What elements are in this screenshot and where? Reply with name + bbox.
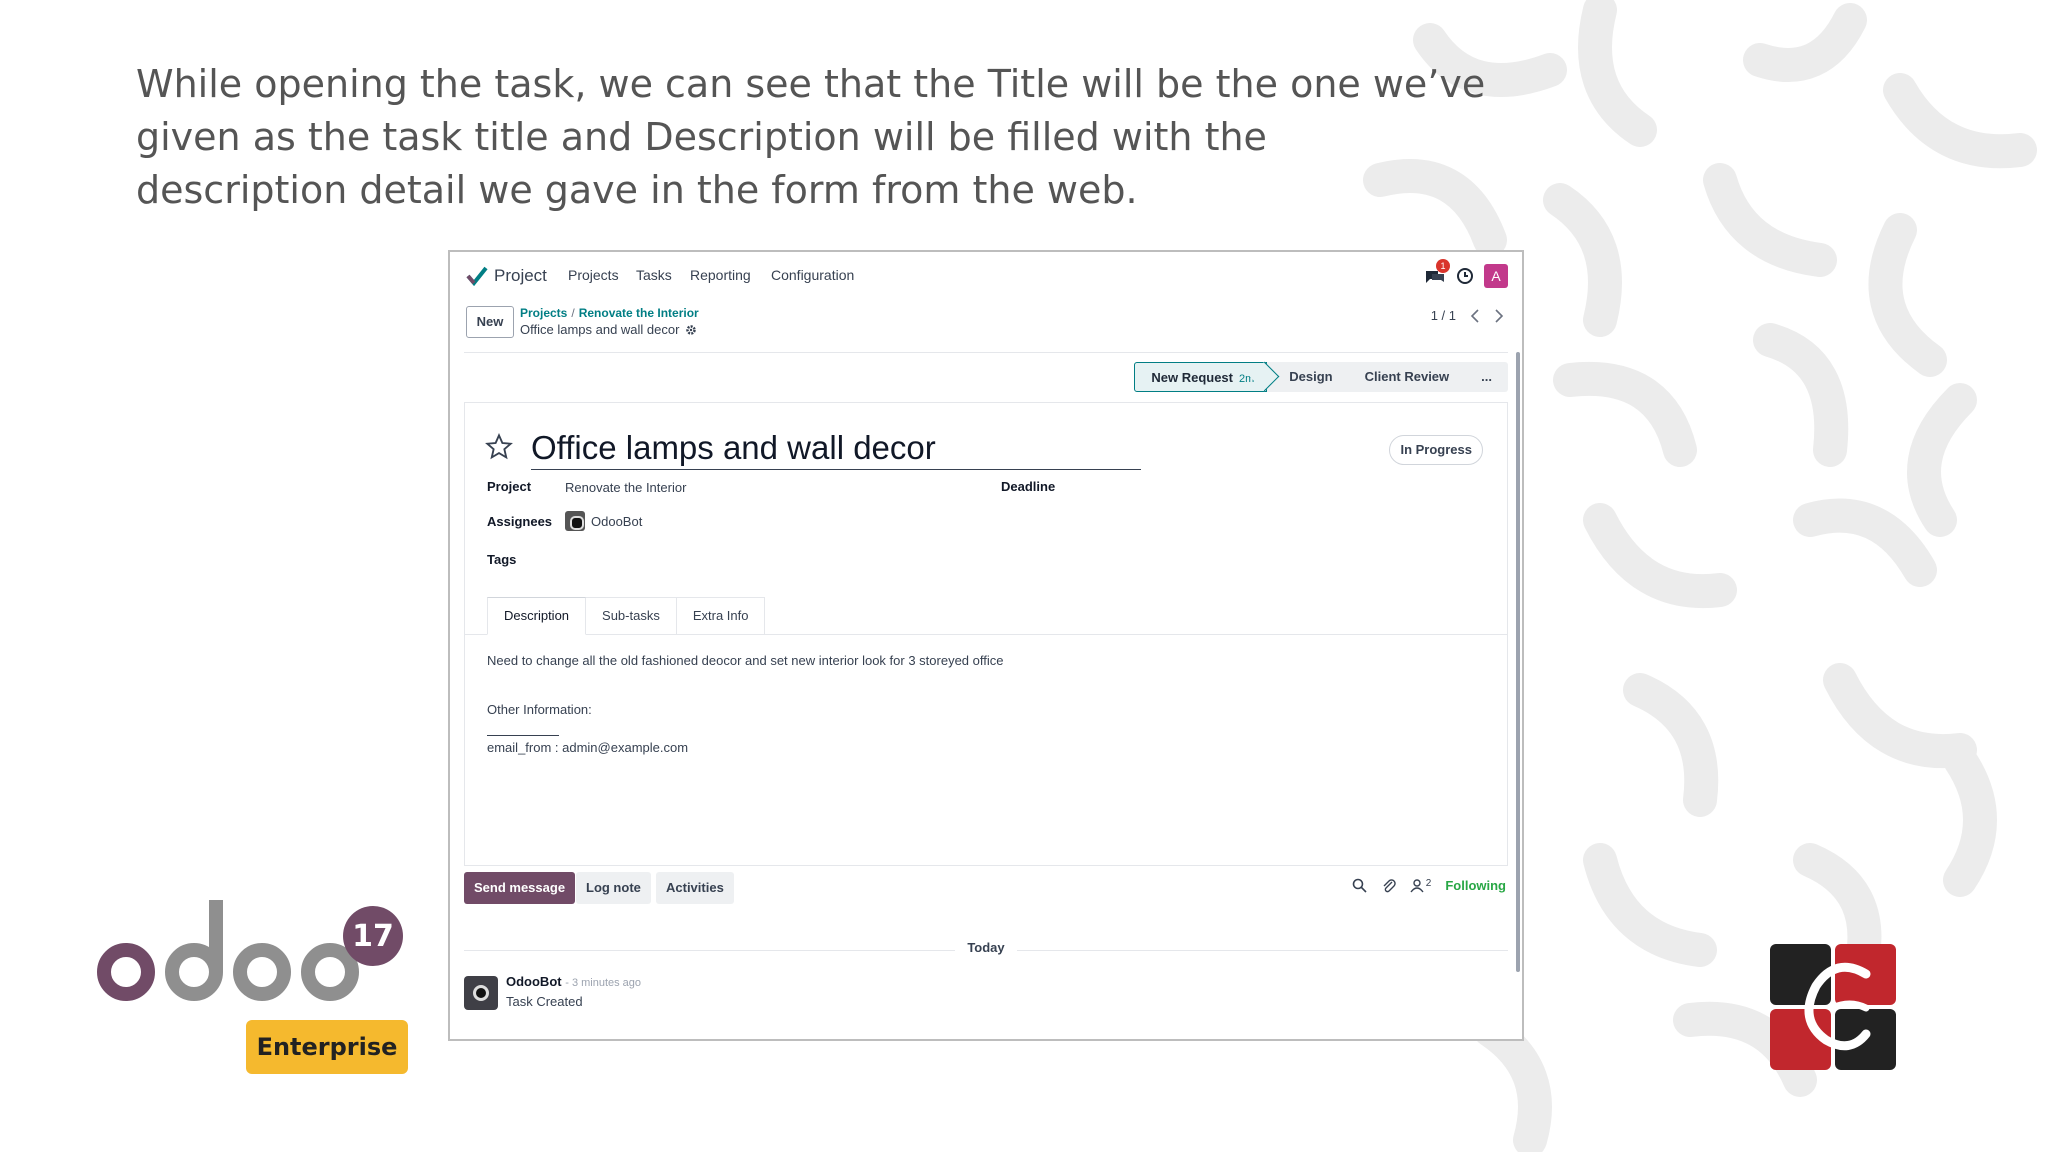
tags-label: Tags [487, 552, 517, 567]
assignees-label: Assignees [487, 514, 553, 529]
menu-reporting[interactable]: Reporting [690, 267, 751, 283]
record-pager: 1 / 1 [1431, 308, 1504, 323]
message-count-badge: 1 [1436, 259, 1450, 273]
notebook-tabs: Description Sub-tasks Extra Info [487, 597, 766, 635]
top-navbar: Project Projects Tasks Reporting Configu… [450, 252, 1522, 302]
breadcrumb-renovate[interactable]: Renovate the Interior [579, 306, 699, 320]
log-note-button[interactable]: Log note [576, 872, 651, 904]
slide-caption: While opening the task, we can see that … [136, 58, 1486, 217]
header-divider [464, 352, 1508, 353]
tab-extra-info[interactable]: Extra Info [676, 597, 766, 635]
task-form-sheet: Office lamps and wall decor In Progress … [464, 402, 1508, 866]
date-separator: Today [450, 940, 1522, 955]
clock-icon[interactable] [1456, 267, 1474, 285]
breadcrumb-current: Office lamps and wall decor [520, 322, 680, 337]
scrollbar[interactable] [1516, 352, 1520, 972]
app-name[interactable]: Project [494, 266, 547, 286]
followers-button[interactable]: 2 [1410, 878, 1432, 893]
chatter-toolbar: Send message Log note Activities 2 Follo… [464, 872, 1508, 904]
following-button[interactable]: Following [1445, 878, 1506, 893]
followers-count: 2 [1425, 878, 1432, 889]
search-icon[interactable] [1352, 878, 1367, 893]
stage-new-request-label: New Request [1151, 370, 1233, 385]
breadcrumb: Projects / Renovate the Interior Office la… [520, 306, 699, 337]
navbar-systray: 1 A [1424, 259, 1508, 288]
status-badge[interactable]: In Progress [1389, 435, 1483, 465]
stage-more[interactable]: ... [1465, 362, 1508, 392]
caption-line-2: given as the task title and Description … [136, 115, 1267, 159]
message-body: Task Created [506, 994, 583, 1009]
odoo-version: 17 [352, 919, 394, 954]
stage-client-review[interactable]: Client Review [1349, 362, 1466, 392]
tab-description[interactable]: Description [487, 597, 587, 635]
menu-configuration[interactable]: Configuration [771, 267, 854, 283]
cybrosys-logo [1770, 944, 1896, 1070]
tab-sub-tasks[interactable]: Sub-tasks [586, 597, 677, 635]
message-author-avatar [464, 976, 498, 1010]
caption-line-3: description detail we gave in the form f… [136, 168, 1138, 212]
chevron-right-icon[interactable] [1494, 308, 1504, 323]
assignee-name: OdooBot [591, 513, 643, 529]
pager-value[interactable]: 1 / 1 [1431, 308, 1456, 323]
stage-design[interactable]: Design [1267, 362, 1348, 392]
description-other-info: Other Information: [487, 702, 592, 717]
message-author[interactable]: OdooBot [506, 974, 562, 989]
activities-button[interactable]: Activities [656, 872, 734, 904]
deadline-label: Deadline [1001, 479, 1056, 494]
stage-new-request[interactable]: New Request 2m [1134, 362, 1268, 392]
chatter-actions: 2 Following [1352, 878, 1506, 893]
messaging-icon[interactable]: 1 [1424, 259, 1450, 287]
odoobot-avatar [565, 511, 585, 531]
send-message-button[interactable]: Send message [464, 872, 576, 904]
project-label: Project [487, 479, 532, 494]
gear-icon[interactable] [685, 324, 697, 336]
stage-duration: 2m [1239, 373, 1255, 385]
enterprise-badge: Enterprise [246, 1020, 408, 1074]
description-rule [487, 735, 559, 736]
date-separator-label: Today [955, 940, 1017, 955]
stage-statusbar: New Request 2m Design Client Review ... [1134, 362, 1508, 392]
message-time: - 3 minutes ago [565, 977, 642, 989]
star-icon[interactable] [485, 433, 513, 461]
task-title-field[interactable]: Office lamps and wall decor [531, 429, 1141, 470]
description-editor[interactable]: Need to change all the old fashioned deo… [487, 653, 1003, 771]
project-app-logo-icon [466, 266, 488, 286]
project-field[interactable]: Renovate the Interior [565, 480, 686, 495]
message-header: OdooBot - 3 minutes ago [506, 974, 641, 989]
odoo-task-screenshot: Project Projects Tasks Reporting Configu… [448, 250, 1524, 1041]
paperclip-icon[interactable] [1381, 878, 1396, 893]
breadcrumb-projects[interactable]: Projects [520, 306, 567, 320]
description-email: email_from : admin@example.com [487, 740, 689, 755]
caption-line-1: While opening the task, we can see that … [136, 62, 1486, 106]
chevron-left-icon[interactable] [1470, 308, 1480, 323]
menu-tasks[interactable]: Tasks [636, 267, 672, 283]
user-icon [1410, 879, 1424, 893]
new-button[interactable]: New [466, 306, 514, 338]
user-avatar[interactable]: A [1484, 264, 1508, 288]
description-line: Need to change all the old fashioned deo… [487, 653, 1004, 668]
menu-projects[interactable]: Projects [568, 267, 619, 283]
assignees-field[interactable]: OdooBot [565, 511, 642, 531]
